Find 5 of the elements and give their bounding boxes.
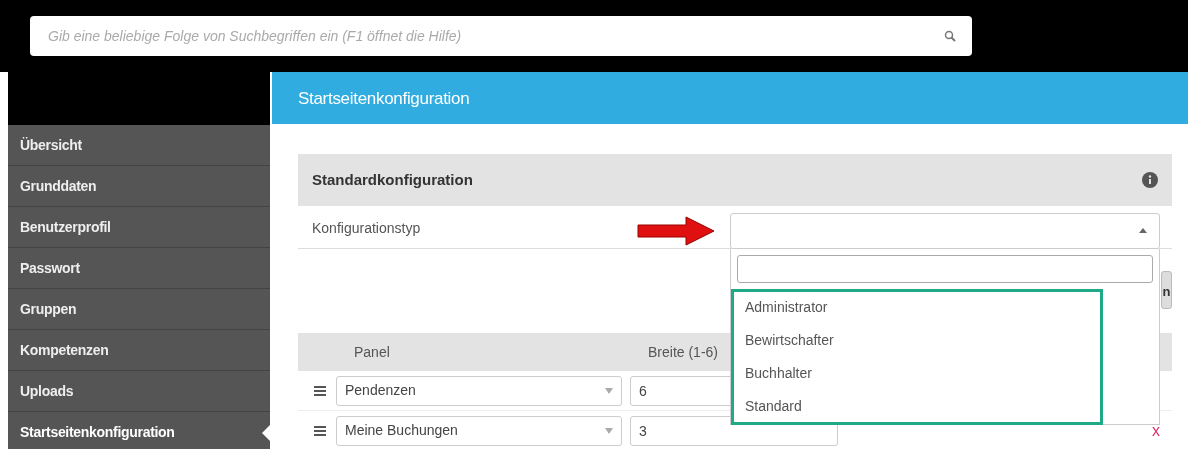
panel-title: Standardkonfiguration [312, 169, 473, 190]
column-header: Breite (1-6) [648, 342, 719, 362]
page-title: Startseitenkonfiguration [272, 72, 1188, 124]
field-label: Konfigurationstyp [312, 220, 421, 236]
column-header: Panel [354, 342, 391, 362]
